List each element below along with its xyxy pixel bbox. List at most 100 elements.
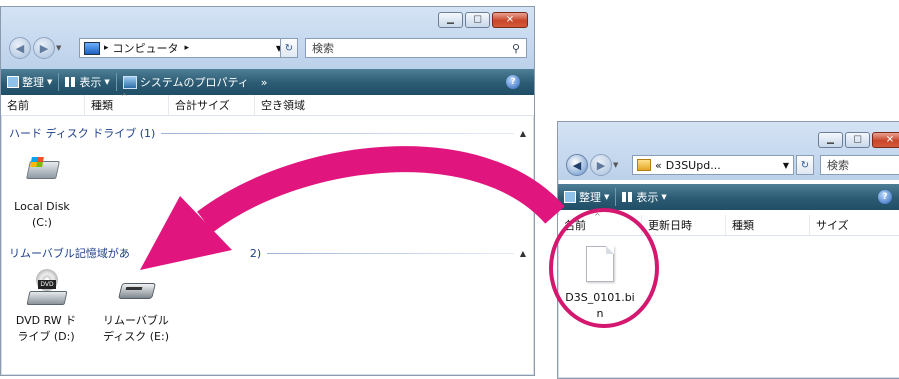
search-input[interactable]: 検索 ⚲ — [305, 38, 527, 58]
group-label-tail: 2) — [249, 246, 262, 260]
drive-label-line1: Local Disk — [14, 200, 70, 213]
group-label: リムーバブル記憶域があ — [9, 247, 130, 260]
forward-arrow-icon: ▶ — [39, 41, 49, 55]
organize-icon — [564, 191, 576, 203]
history-dropdown-icon[interactable]: ▼ — [613, 161, 618, 169]
drive-label-line2: ディスク (E:) — [103, 330, 169, 343]
dropdown-icon: ▼ — [104, 78, 110, 86]
group-header-hard-disk[interactable]: ハード ディスク ドライブ (1) ▲ — [9, 125, 526, 141]
search-input[interactable]: 検索 — [820, 155, 899, 175]
organize-label: 整理 — [579, 191, 601, 204]
drive-item-local-disk[interactable]: Local Disk (C:) — [13, 155, 71, 231]
help-icon[interactable]: ? — [506, 75, 520, 89]
command-bar: 整理 ▼ 表示 ▼ システムのプロパティ » ? — [1, 69, 534, 95]
maximize-button[interactable]: □ — [465, 12, 490, 28]
views-button[interactable]: 表示 ▼ — [59, 69, 115, 95]
group-divider — [267, 252, 514, 254]
drive-label-line2: (C:) — [32, 216, 52, 229]
breadcrumb-overflow[interactable]: « — [655, 159, 662, 172]
system-properties-icon — [122, 75, 137, 89]
maximize-button[interactable]: □ — [845, 132, 870, 148]
column-modified-label: 更新日時 — [648, 219, 692, 232]
system-properties-label: システムのプロパティ — [139, 76, 249, 89]
dropdown-icon: ▼ — [47, 78, 53, 86]
column-size-label: サイズ — [816, 219, 849, 232]
column-free-space[interactable]: 空き領域 — [255, 95, 335, 115]
file-name-line2: n — [596, 307, 604, 320]
column-free-space-label: 空き領域 — [261, 99, 305, 112]
views-label: 表示 — [636, 191, 659, 204]
caption-buttons: ▁ □ ✕ — [438, 12, 528, 28]
breadcrumb-folder[interactable]: D3SUpd... — [666, 159, 721, 172]
search-icon: ⚲ — [511, 41, 520, 55]
computer-window: ▁ □ ✕ ◀ ▶ ▼ ▸ コンピュータ ▸ ▼ ↻ 検索 ⚲ 整理 ▼ 表示 … — [0, 6, 535, 376]
views-label: 表示 — [79, 76, 102, 89]
close-button[interactable]: ✕ — [492, 12, 528, 28]
back-arrow-icon: ◀ — [15, 41, 25, 55]
column-type[interactable]: 種類 — [726, 215, 810, 235]
help-icon[interactable]: ? — [878, 190, 892, 204]
organize-button[interactable]: 整理 ▼ — [558, 184, 615, 210]
close-icon: ✕ — [505, 14, 515, 26]
address-bar[interactable]: ▸ コンピュータ ▸ ▼ — [79, 38, 287, 58]
back-button[interactable]: ◀ — [9, 37, 31, 59]
maximize-icon: □ — [853, 134, 862, 145]
refresh-button[interactable]: ↻ — [796, 155, 814, 175]
sort-up-icon: ^ — [121, 92, 128, 101]
organize-button[interactable]: 整理 ▼ — [1, 69, 58, 95]
dvd-badge: DVD — [38, 280, 56, 289]
collapse-chevron-icon[interactable]: ▲ — [520, 129, 526, 138]
address-dropdown-icon[interactable]: ▼ — [783, 161, 789, 170]
group-label: ハード ディスク ドライブ (1) — [9, 127, 156, 140]
collapse-chevron-icon[interactable]: ▲ — [520, 249, 526, 258]
history-dropdown-icon[interactable]: ▼ — [56, 44, 61, 52]
column-name-label: 名前 — [7, 99, 29, 112]
drive-item-removable[interactable]: リムーバブル ディスク (E:) — [99, 267, 173, 345]
minimize-button[interactable]: ▁ — [818, 132, 843, 148]
address-bar[interactable]: « D3SUpd... ▼ — [632, 155, 794, 175]
caption-buttons: ▁ □ ✕ — [818, 132, 899, 148]
folder-window: ▁ □ ✕ ◀ ▶ ▼ « D3SUpd... ▼ ↻ 検索 整理 ▼ 表示 ▼… — [557, 121, 899, 379]
sort-up-icon: ^ — [594, 212, 601, 221]
views-icon — [65, 77, 77, 87]
close-button[interactable]: ✕ — [872, 132, 899, 148]
search-placeholder: 検索 — [827, 159, 849, 172]
forward-arrow-icon: ▶ — [596, 158, 606, 172]
drive-item-dvd[interactable]: DVD DVD RW ド ライブ (D:) — [15, 267, 77, 345]
breadcrumb-computer[interactable]: コンピュータ — [113, 40, 179, 56]
maximize-icon: □ — [473, 14, 482, 25]
breadcrumb-arrow-icon: ▸ — [104, 43, 109, 53]
column-name[interactable]: 名前 ^ — [558, 212, 642, 235]
forward-button[interactable]: ▶ — [33, 37, 55, 59]
views-button[interactable]: 表示 ▼ — [616, 184, 672, 210]
command-bar: 整理 ▼ 表示 ▼ ? — [558, 184, 899, 210]
nav-buttons: ◀ ▶ ▼ — [9, 37, 61, 59]
file-item[interactable]: D3S_0101.bi n — [562, 244, 638, 322]
organize-label: 整理 — [22, 76, 44, 89]
file-icon — [586, 246, 614, 282]
column-modified[interactable]: 更新日時 — [642, 215, 726, 235]
column-type[interactable]: 種類 ^ — [85, 92, 169, 115]
folder-icon — [637, 159, 651, 171]
minimize-icon: ▁ — [447, 14, 454, 25]
more-commands-button[interactable]: » — [255, 69, 274, 95]
drive-label-line1: リムーバブル — [103, 314, 169, 327]
column-header: 名前 種類 ^ 合計サイズ 空き領域 — [1, 92, 534, 116]
forward-button[interactable]: ▶ — [590, 154, 612, 176]
computer-icon — [84, 41, 100, 55]
more-chevron-icon: » — [260, 75, 268, 89]
removable-disk-icon — [116, 267, 156, 303]
refresh-icon: ↻ — [800, 159, 810, 171]
refresh-button[interactable]: ↻ — [280, 38, 298, 58]
file-name-line1: D3S_0101.bi — [565, 291, 635, 304]
hard-disk-icon — [25, 155, 60, 183]
column-type-label: 種類 — [91, 99, 113, 112]
group-header-removable[interactable]: リムーバブル記憶域があ 2) ▲ — [9, 245, 526, 261]
drive-label-line2: ライブ (D:) — [17, 330, 75, 343]
column-name[interactable]: 名前 — [1, 95, 85, 115]
system-properties-button[interactable]: システムのプロパティ — [117, 69, 255, 95]
column-size[interactable]: サイズ — [810, 215, 890, 235]
back-button[interactable]: ◀ — [566, 154, 588, 176]
minimize-button[interactable]: ▁ — [438, 12, 463, 28]
column-total-size[interactable]: 合計サイズ — [169, 95, 255, 115]
